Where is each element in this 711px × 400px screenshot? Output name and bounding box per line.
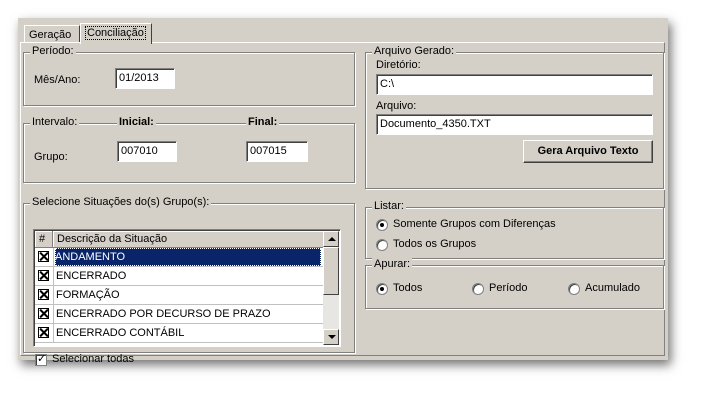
cell-divider [53,305,54,324]
radio-todos-grupos-label[interactable]: Todos os Grupos [393,238,476,250]
radio-acumulado[interactable] [568,283,580,295]
cell-divider [53,248,54,267]
grupo-label: Grupo: [34,151,68,163]
cell-divider [53,267,54,286]
selecionar-todas-checkbox[interactable] [35,352,47,366]
radio-todos[interactable] [376,283,388,295]
tab-geracao[interactable]: Geração [24,25,80,43]
radio-periodo[interactable] [472,283,484,295]
list-item[interactable]: ENCERRADO CONTÁBIL [35,324,324,343]
periodo-legend: Período: [30,45,76,57]
apurar-group: Apurar: Todos Período Acumulado [365,258,664,309]
radio-somente-grupos[interactable] [376,219,388,231]
column-header-check[interactable]: # [35,231,53,248]
tab-label: Conciliação [85,26,146,40]
checkbox-checked-icon[interactable] [38,289,49,300]
situacoes-legend: Selecione Situações do(s) Grupo(s): [30,196,212,208]
arquivo-input[interactable]: Documento_4350.TXT [376,114,653,135]
gera-arquivo-texto-button[interactable]: Gera Arquivo Texto [523,140,653,163]
final-label: Final: [246,116,280,128]
mes-ano-label: Mês/Ano: [34,74,81,86]
radio-somente-grupos-label[interactable]: Somente Grupos com Diferenças [393,218,556,230]
tab-page-conciliacao: Período: Mês/Ano: 01/2013 Intervalo: Ini… [20,42,665,366]
periodo-group: Período: Mês/Ano: 01/2013 [23,45,355,106]
scroll-thumb[interactable] [323,247,339,295]
radio-periodo-label[interactable]: Período [489,282,528,294]
selecionar-todas-label[interactable]: Selecionar todas [52,353,134,365]
list-item-label: FORMAÇÃO [56,289,120,301]
arquivo-legend: Arquivo Gerado: [372,45,457,57]
checkbox-checked-icon[interactable] [38,308,49,319]
arquivo-label: Arquivo: [376,100,417,112]
tab-label: Geração [29,29,72,41]
situacoes-list[interactable]: # Descrição da Situação ANDAMENTO ENCERR… [33,229,341,347]
list-item[interactable]: ENCERRADO [35,267,324,286]
list-item-label: ENCERRADO POR DECURSO DE PRAZO [56,308,271,320]
apurar-legend: Apurar: [372,258,413,270]
checkbox-checked-icon[interactable] [38,327,49,338]
list-item[interactable]: ENCERRADO POR DECURSO DE PRAZO [35,305,324,324]
cell-divider [53,286,54,305]
list-item[interactable]: ANDAMENTO [35,248,324,267]
grupo-inicial-input[interactable]: 007010 [117,141,177,162]
grupo-final-input[interactable]: 007015 [246,141,308,162]
scroll-down-arrow-icon[interactable] [323,329,339,345]
mes-ano-input[interactable]: 01/2013 [115,68,175,89]
inicial-label: Inicial: [117,116,156,128]
list-header: # Descrição da Situação [35,231,324,248]
list-item-label: ANDAMENTO [55,248,321,266]
radio-todos-grupos[interactable] [376,239,388,251]
checkbox-checked-icon[interactable] [38,251,49,262]
list-item[interactable]: FORMAÇÃO [35,286,324,305]
listar-group: Listar: Somente Grupos com Diferenças To… [365,200,664,259]
intervalo-group: Intervalo: Inicial: Final: Grupo: 007010… [23,116,355,183]
tab-conciliacao[interactable]: Conciliação [80,23,152,44]
diretorio-input[interactable]: C:\ [376,74,653,95]
diretorio-label: Diretório: [376,59,421,71]
radio-acumulado-label[interactable]: Acumulado [585,282,640,294]
scroll-up-arrow-icon[interactable] [323,231,339,247]
checkbox-checked-icon[interactable] [38,270,49,281]
arquivo-group: Arquivo Gerado: Diretório: C:\ Arquivo: … [365,45,664,189]
column-header-descricao[interactable]: Descrição da Situação [53,231,324,248]
list-scrollbar[interactable] [323,231,339,345]
intervalo-legend: Intervalo: [30,116,80,128]
list-item-label: ENCERRADO CONTÁBIL [56,327,185,339]
cell-divider [53,324,54,343]
listar-legend: Listar: [372,200,406,212]
dialog-window: Geração Conciliação Período: Mês/Ano: 01… [18,18,668,366]
radio-todos-label[interactable]: Todos [393,282,422,294]
list-item-label: ENCERRADO [56,270,127,282]
